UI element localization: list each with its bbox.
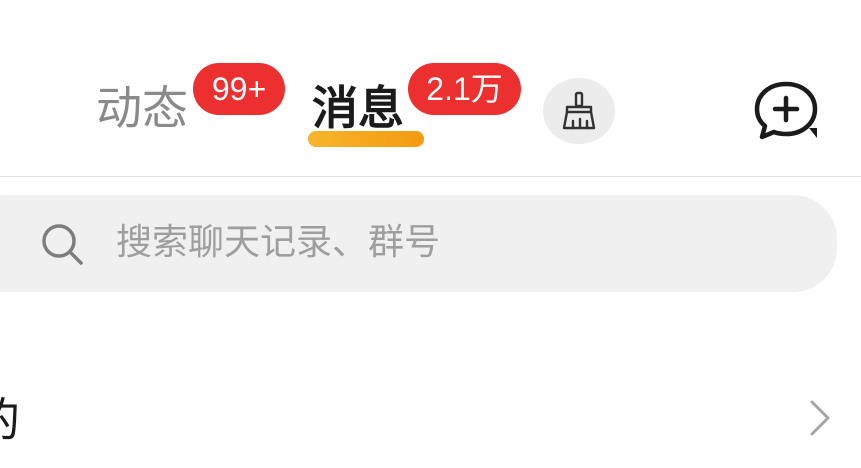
tab-messages[interactable]: 消息: [312, 78, 404, 138]
tab-dynamic[interactable]: 动态: [96, 78, 188, 138]
add-chat-bubble-icon: [754, 81, 818, 140]
broom-icon: [562, 91, 596, 130]
header-divider: [0, 176, 861, 177]
active-tab-indicator: [308, 131, 424, 147]
search-placeholder: 搜索聊天记录、群号: [116, 222, 441, 263]
search-icon: [42, 224, 83, 265]
tab-dynamic-badge: 99+: [193, 63, 285, 115]
clean-messages-button[interactable]: [543, 78, 615, 144]
chevron-right-icon: [810, 400, 830, 436]
tab-messages-badge: 2.1万: [408, 63, 521, 115]
list-item-label: 的: [0, 392, 20, 448]
add-chat-button[interactable]: [750, 78, 822, 144]
list-item[interactable]: [0, 370, 861, 468]
messages-screen: 动态 99+ 消息 2.1万 搜索聊天记录、群号: [0, 0, 861, 468]
